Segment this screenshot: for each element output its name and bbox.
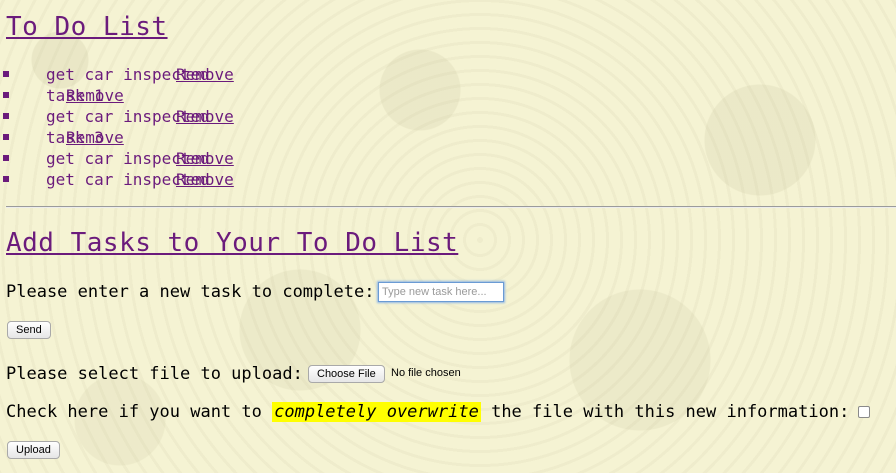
remove-link[interactable]: Remove	[176, 106, 234, 127]
overwrite-suffix: the file with this new information:	[491, 402, 850, 422]
file-upload-label: Please select file to upload:	[6, 364, 303, 384]
remove-link[interactable]: Remove	[176, 169, 234, 190]
send-button[interactable]: Send	[7, 321, 51, 339]
remove-link[interactable]: Remove	[176, 148, 234, 169]
overwrite-row: Check here if you want to completely ove…	[6, 402, 849, 422]
file-status-text: No file chosen	[391, 367, 461, 379]
overwrite-checkbox[interactable]	[858, 406, 870, 418]
overwrite-prefix: Check here if you want to	[6, 402, 262, 422]
remove-link[interactable]: Remove	[66, 85, 124, 106]
section-divider	[6, 206, 896, 208]
choose-file-button[interactable]: Choose File	[308, 365, 385, 383]
page-title: To Do List	[6, 12, 168, 42]
new-task-input[interactable]	[378, 282, 504, 302]
overwrite-emphasis: completely overwrite	[272, 402, 481, 422]
task-input-label: Please enter a new task to complete:	[6, 282, 375, 302]
remove-link[interactable]: Remove	[66, 127, 124, 148]
add-tasks-heading: Add Tasks to Your To Do List	[6, 228, 459, 258]
upload-button[interactable]: Upload	[7, 441, 60, 459]
remove-link[interactable]: Remove	[176, 64, 234, 85]
